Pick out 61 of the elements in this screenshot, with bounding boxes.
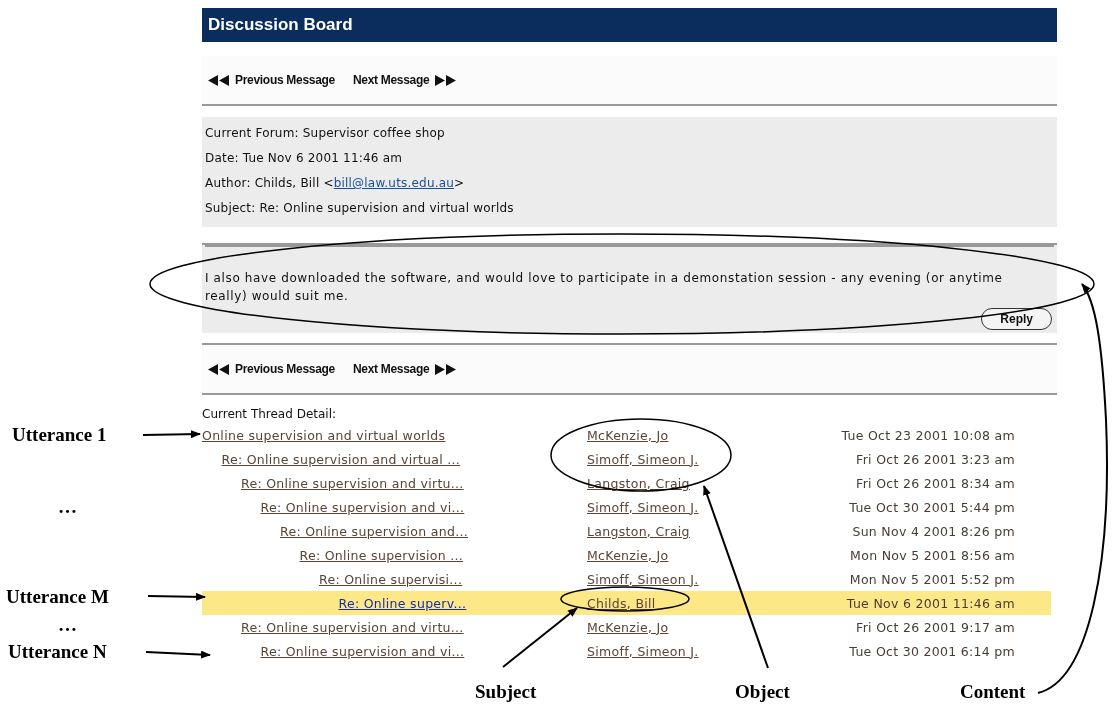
author-link[interactable]: Langston, Craig [587, 475, 690, 491]
email-link[interactable]: bill@law.uts.edu.au [333, 176, 455, 190]
thread-row[interactable]: Re: Online supervision and virtu... McKenzie, Jo Fri Oct 26 2001 9:17 am [202, 615, 1051, 639]
message-subject-link[interactable]: Re: Online supervision and... [280, 523, 469, 539]
message-subject-link[interactable]: Re: Online supervision and virtu... [241, 619, 464, 635]
detail-line: Date: Tue Nov 6 2001 11:46 am [205, 150, 404, 167]
message-subject-link[interactable]: Re: Online supervision ... [299, 547, 464, 563]
message-date: Fri Oct 26 2001 3:23 am [855, 451, 1015, 467]
thread-row[interactable]: Re: Online supervision and virtu... Langston, Craig Fri Oct 26 2001 8:34 am [202, 471, 1051, 495]
message-subject-link[interactable]: Re: Online supervision and virtual ... [221, 451, 461, 467]
annotation-label: Utterance N [8, 641, 107, 663]
message-date: Tue Oct 30 2001 6:14 pm [848, 643, 1015, 659]
message-subject-link[interactable]: Re: Online supervision and vi... [260, 499, 465, 515]
author-link[interactable]: Childs, Bill [587, 595, 656, 611]
thread-row[interactable]: Re: Online superv... Childs, Bill Tue Nov 6 2001 11:46 am [202, 591, 1051, 615]
detail-line: Current Forum: Supervisor coffee shop [205, 125, 446, 142]
message-date: Sun Nov 4 2001 8:26 pm [851, 523, 1015, 539]
message-subject-link[interactable]: Online supervision and virtual worlds [202, 427, 446, 443]
message-date: Mon Nov 5 2001 8:56 am [849, 547, 1015, 563]
reply-button[interactable]: Reply [981, 308, 1052, 330]
message-subject-link[interactable]: Re: Online supervisi... [319, 571, 463, 587]
next-message-link[interactable]: Next Message [352, 73, 457, 87]
author-link[interactable]: McKenzie, Jo [587, 547, 669, 563]
message-subject-link[interactable]: Re: Online supervision and virtu... [241, 475, 464, 491]
author-link[interactable]: McKenzie, Jo [587, 427, 669, 443]
next-message-link[interactable]: Next Message [352, 362, 457, 376]
thread-row[interactable]: Online supervision and virtual worlds McKenzie, Jo Tue Oct 23 2001 10:08 am [202, 423, 1051, 447]
message-date: Mon Nov 5 2001 5:52 pm [848, 571, 1015, 587]
message-date: Tue Nov 6 2001 11:46 am [845, 595, 1015, 611]
page-title: Discussion Board [208, 15, 353, 35]
thread-row[interactable]: Re: Online supervision and... Langston, Craig Sun Nov 4 2001 8:26 pm [202, 519, 1051, 543]
annotation-label: Utterance M [6, 586, 109, 608]
message-date: Tue Oct 23 2001 10:08 am [840, 427, 1015, 443]
annotation-label: Object [735, 681, 790, 703]
detail-line: Author: Childs, Bill <bill@law.uts.edu.au> [205, 175, 466, 192]
thread-row[interactable]: Re: Online supervision ... McKenzie, Jo Mon Nov 5 2001 8:56 am [202, 543, 1051, 567]
thread-row[interactable]: Re: Online supervision and vi... Simoff, Simeon J. Tue Oct 30 2001 5:44 pm [202, 495, 1051, 519]
thread-row[interactable]: Re: Online supervision and virtual ... Simoff, Simeon J. Fri Oct 26 2001 3:23 am [202, 447, 1051, 471]
message-text: I also have downloaded the software, and would love to participate in a demonstation session - any evening (or anytime really) would suit me. [205, 270, 1004, 305]
author-link[interactable]: Simoff, Simeon J. [587, 643, 699, 659]
annotation-label: Utterance 1 [12, 424, 107, 446]
author-link[interactable]: Simoff, Simeon J. [587, 451, 699, 467]
author-link[interactable]: Simoff, Simeon J. [587, 499, 699, 515]
author-link[interactable]: McKenzie, Jo [587, 619, 669, 635]
previous-message-link[interactable]: Previous Message [208, 73, 335, 87]
annotation-label: Content [960, 681, 1026, 703]
message-subject-link[interactable]: Re: Online superv... [338, 595, 467, 611]
author-link[interactable]: Langston, Craig [587, 523, 690, 539]
detail-line: Subject: Re: Online supervision and virtual worlds [205, 200, 515, 217]
annotation-label: Subject [475, 681, 537, 703]
thread-row[interactable]: Re: Online supervisi... Simoff, Simeon J. Mon Nov 5 2001 5:52 pm [202, 567, 1051, 591]
thread-label: Current Thread Detail: [202, 406, 338, 423]
message-subject-link[interactable]: Re: Online supervision and vi... [260, 643, 465, 659]
annotation-label: … [58, 614, 77, 636]
previous-message-link[interactable]: Previous Message [208, 362, 335, 376]
message-date: Tue Oct 30 2001 5:44 pm [848, 499, 1015, 515]
author-link[interactable]: Simoff, Simeon J. [587, 571, 699, 587]
message-date: Fri Oct 26 2001 8:34 am [855, 475, 1015, 491]
thread-row[interactable]: Re: Online supervision and vi... Simoff, Simeon J. Tue Oct 30 2001 6:14 pm [202, 639, 1051, 663]
annotation-label: … [58, 496, 77, 518]
message-date: Fri Oct 26 2001 9:17 am [855, 619, 1015, 635]
